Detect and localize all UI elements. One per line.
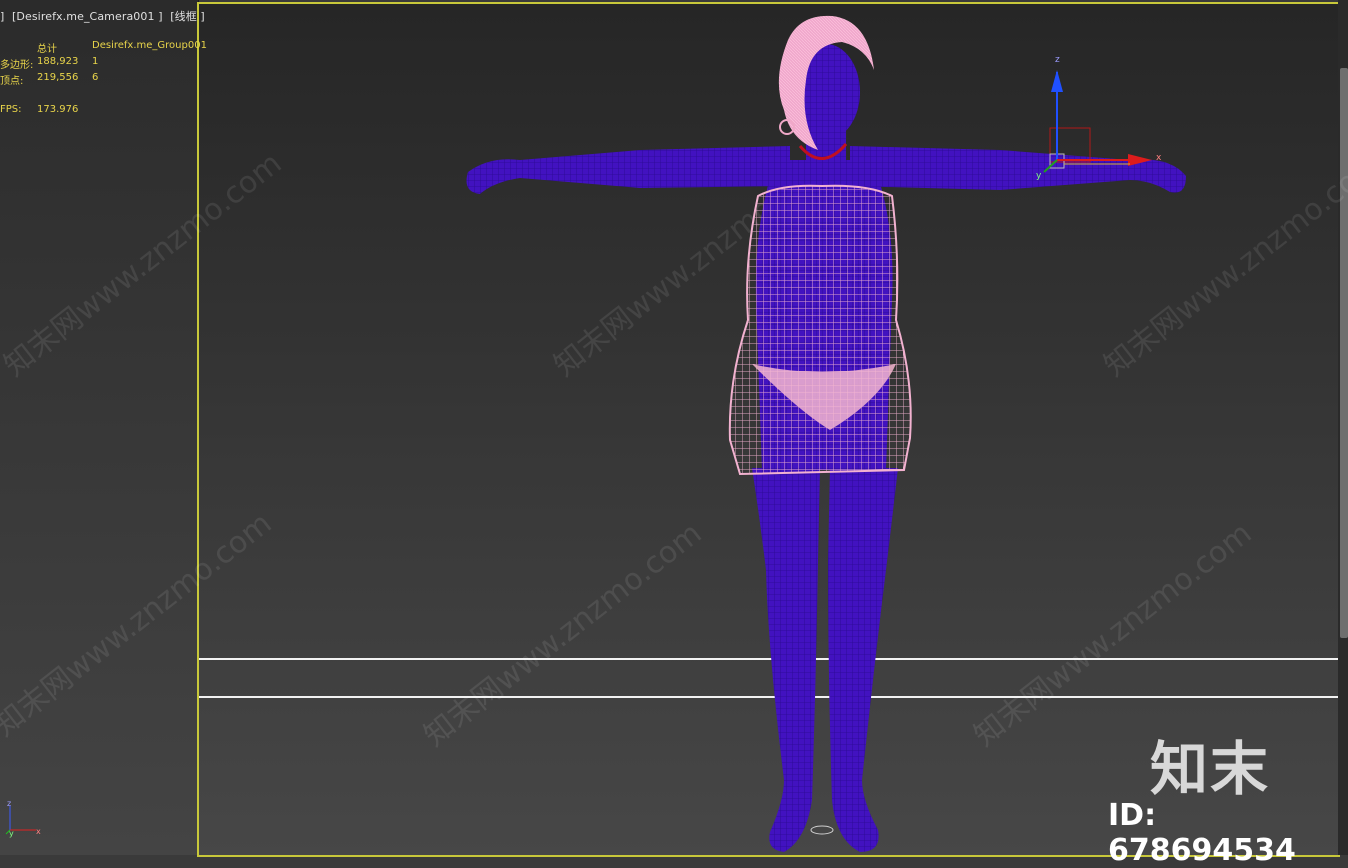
gizmo-y-label: y: [1036, 171, 1042, 181]
stats-polygons-total: 188,923: [37, 56, 79, 67]
viewport-label-shading[interactable]: [线框 ]: [170, 10, 205, 23]
mini-axis-y-label: y: [9, 829, 14, 838]
right-leg: [828, 468, 898, 852]
gizmo-z-label: z: [1055, 55, 1060, 65]
viewport-label-camera[interactable]: [Desirefx.me_Camera001 ]: [12, 10, 163, 23]
brand-logo: 知末: [1150, 735, 1271, 803]
gizmo-x-label: x: [1156, 153, 1162, 163]
dress: [728, 184, 912, 476]
brand-id: ID: 678694534: [1108, 798, 1296, 868]
stats-vertices-label: 顶点:: [0, 76, 24, 87]
stats-polygons-label: 多边形:: [0, 60, 34, 71]
stats-vertices-selection: 6: [92, 72, 99, 83]
stats-header-selection: Desirefx.me_Group001: [92, 40, 207, 51]
stats-fps-value: 173.976: [37, 104, 79, 115]
left-leg: [752, 468, 820, 852]
stats-header-total: 总计: [37, 44, 57, 55]
stats-fps-label: FPS:: [0, 104, 22, 115]
ground-marker: [810, 825, 834, 835]
left-arm: [466, 146, 790, 194]
viewport-label[interactable]: ] [Desirefx.me_Camera001 ] [线框 ]: [0, 8, 209, 24]
stats-vertices-total: 219,556: [37, 72, 79, 83]
axis-tripod-icon: z x y: [5, 799, 41, 838]
mini-axis-z-label: z: [7, 799, 11, 808]
mini-axis-x-label: x: [36, 827, 41, 836]
stats-polygons-selection: 1: [92, 56, 99, 67]
right-arm: [850, 146, 1186, 193]
wireframe-figure[interactable]: z x y: [0, 0, 1348, 855]
viewport-label-plus[interactable]: ]: [0, 10, 4, 23]
